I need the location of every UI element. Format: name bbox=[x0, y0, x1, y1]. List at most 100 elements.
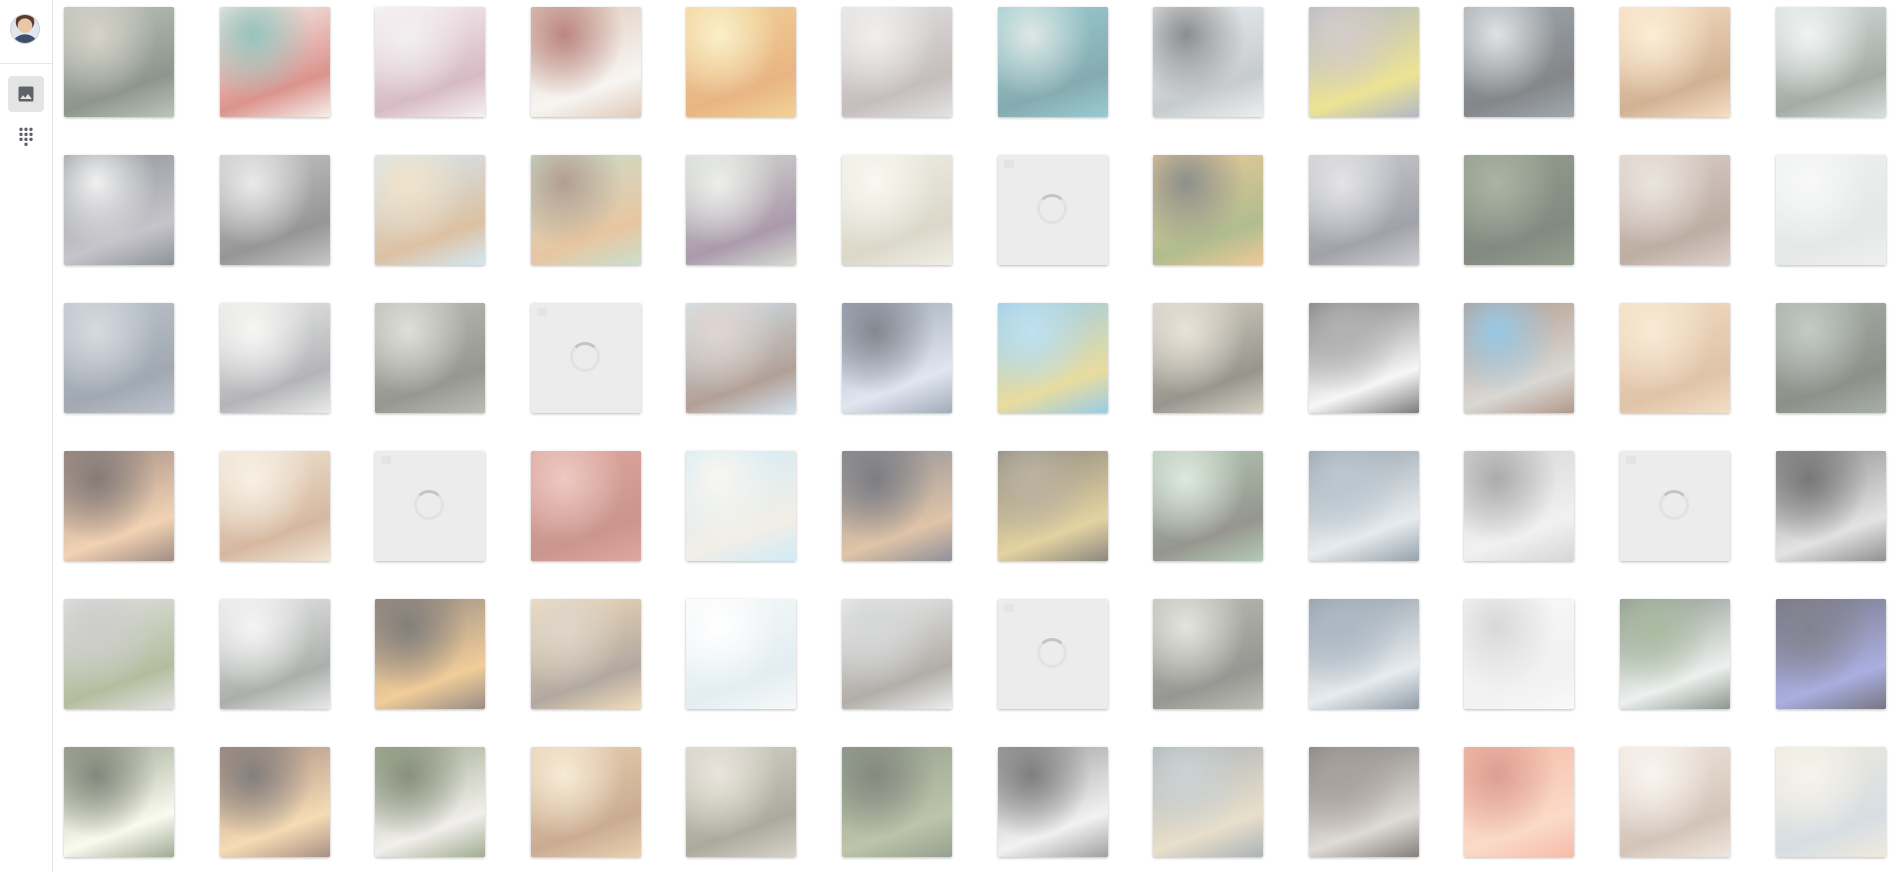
photo-tile-loading-1[interactable] bbox=[998, 155, 1108, 265]
photo-tile-forest-path[interactable] bbox=[1776, 303, 1886, 413]
photo-thumbnail bbox=[1153, 451, 1263, 561]
photo-tile-stone-breakwater[interactable] bbox=[842, 599, 952, 709]
photo-tile-seagull-sky[interactable] bbox=[1776, 155, 1886, 265]
photo-tile-rocky-coast[interactable] bbox=[1153, 747, 1263, 857]
photo-tile-calm-sea-fog[interactable] bbox=[64, 303, 174, 413]
photo-thumbnail bbox=[1309, 155, 1419, 265]
thumbnail-fade-overlay bbox=[1464, 155, 1574, 265]
photo-tile-beige-horizon[interactable] bbox=[1620, 303, 1730, 413]
photo-tile-foggy-purple-tree[interactable] bbox=[686, 155, 796, 265]
photo-tile-seagull-white[interactable] bbox=[686, 599, 796, 709]
photo-tile-highland-cow[interactable] bbox=[220, 451, 330, 561]
thumbnail-fade-overlay bbox=[842, 747, 952, 857]
photo-tile-pine-cones[interactable] bbox=[220, 155, 330, 265]
photo-tile-green-lake-pier[interactable] bbox=[1153, 451, 1263, 561]
photo-tile-light-shaft-building[interactable] bbox=[64, 747, 174, 857]
thumbnail-fade-overlay bbox=[686, 7, 796, 117]
photo-tile-lit-market-street[interactable] bbox=[64, 451, 174, 561]
photo-tile-teal-vintage-car[interactable] bbox=[998, 7, 1108, 117]
photo-tile-snowy-mountain[interactable] bbox=[1309, 451, 1419, 561]
photo-tile-girl-sunlight[interactable] bbox=[1620, 7, 1730, 117]
photo-tile-wall-clock[interactable] bbox=[1309, 303, 1419, 413]
photo-tile-desk-colored-markers[interactable] bbox=[220, 7, 330, 117]
photo-tile-tree-lined-path[interactable] bbox=[64, 599, 174, 709]
apps-nav-button[interactable] bbox=[8, 118, 44, 154]
photo-thumbnail bbox=[1309, 7, 1419, 117]
photo-tile-loading-2[interactable] bbox=[531, 303, 641, 413]
photo-tile-coffee-mug[interactable] bbox=[531, 7, 641, 117]
photo-tile-dirt-road-forest[interactable] bbox=[686, 747, 796, 857]
thumbnail-fade-overlay bbox=[1464, 599, 1574, 709]
photo-tile-pier-sunset[interactable] bbox=[531, 599, 641, 709]
photo-tile-window-sunset[interactable] bbox=[375, 599, 485, 709]
photo-tile-dark-desk-laptop[interactable] bbox=[1464, 7, 1574, 117]
loading-spinner-icon bbox=[1659, 490, 1689, 520]
thumbnail-fade-overlay bbox=[1153, 451, 1263, 561]
photo-tile-loading-3[interactable] bbox=[375, 451, 485, 561]
photo-tile-smoke-dark[interactable] bbox=[1776, 599, 1886, 709]
photo-tile-railway-tracks[interactable] bbox=[686, 303, 796, 413]
photo-thumbnail bbox=[686, 303, 796, 413]
photo-tile-hazy-beach[interactable] bbox=[842, 155, 952, 265]
photo-thumbnail bbox=[375, 747, 485, 857]
photo-tile-cliff-edge[interactable] bbox=[531, 747, 641, 857]
photo-tile-pink-blossom-branches[interactable] bbox=[375, 7, 485, 117]
thumbnail-fade-overlay bbox=[1309, 303, 1419, 413]
photo-tile-water-droplets[interactable] bbox=[1309, 155, 1419, 265]
photo-tile-colorful-crates[interactable] bbox=[531, 155, 641, 265]
photo-tile-loading-5[interactable] bbox=[998, 599, 1108, 709]
photo-thumbnail bbox=[1620, 303, 1730, 413]
photo-tile-green-hill-fence[interactable] bbox=[1464, 155, 1574, 265]
photo-tile-sandy-beach[interactable] bbox=[686, 451, 796, 561]
photo-tile-phone-bokeh[interactable] bbox=[842, 303, 952, 413]
photo-tile-motion-train[interactable] bbox=[998, 747, 1108, 857]
photo-tile-golden-prairie[interactable] bbox=[998, 303, 1108, 413]
photo-tile-loading-4[interactable] bbox=[1620, 451, 1730, 561]
photo-tile-misty-trees-road[interactable] bbox=[1776, 7, 1886, 117]
photo-thumbnail bbox=[375, 599, 485, 709]
photo-thumbnail bbox=[1464, 451, 1574, 561]
avatar[interactable] bbox=[11, 15, 39, 43]
thumbnail-fade-overlay bbox=[64, 747, 174, 857]
photo-tile-mossy-rocks[interactable] bbox=[842, 747, 952, 857]
photo-tile-brick-wall[interactable] bbox=[531, 451, 641, 561]
photo-tile-bird-on-rope[interactable] bbox=[1153, 7, 1263, 117]
photo-tile-teapot[interactable] bbox=[998, 451, 1108, 561]
loading-spinner-icon bbox=[414, 490, 444, 520]
photo-tile-tea-cup-steam[interactable] bbox=[1620, 747, 1730, 857]
photo-tile-golden-sunburst[interactable] bbox=[686, 7, 796, 117]
photo-tile-night-train-tracks[interactable] bbox=[842, 451, 952, 561]
photo-tile-sunset-trees[interactable] bbox=[1153, 155, 1263, 265]
photo-tile-field-tractor[interactable] bbox=[375, 155, 485, 265]
photo-tile-laptop-notebook[interactable] bbox=[1464, 303, 1574, 413]
photo-tile-old-machine[interactable] bbox=[1309, 747, 1419, 857]
photos-nav-button[interactable] bbox=[8, 76, 44, 112]
photo-tile-yellow-flower-rock[interactable] bbox=[1309, 7, 1419, 117]
photo-tile-grapes[interactable] bbox=[64, 155, 174, 265]
photo-tile-vintage-camera[interactable] bbox=[1776, 451, 1886, 561]
thumbnail-fade-overlay bbox=[64, 303, 174, 413]
photo-tile-balcony-plant[interactable] bbox=[1620, 599, 1730, 709]
thumbnail-fade-overlay bbox=[842, 599, 952, 709]
photo-thumbnail bbox=[1309, 747, 1419, 857]
photo-thumbnail bbox=[842, 155, 952, 265]
photo-tile-pink-flowers[interactable] bbox=[1464, 747, 1574, 857]
photo-tile-laptop-minimal[interactable] bbox=[1776, 747, 1886, 857]
photo-tile-ocean-waves[interactable] bbox=[1309, 599, 1419, 709]
photo-tile-waterfall-rocks[interactable] bbox=[64, 7, 174, 117]
left-nav-rail bbox=[0, 0, 53, 872]
photo-tile-girl-white-dress[interactable] bbox=[375, 747, 485, 857]
photo-thumbnail bbox=[1620, 599, 1730, 709]
photo-tile-misty-hills-trees[interactable] bbox=[1153, 303, 1263, 413]
photo-tile-white-stairs[interactable] bbox=[1464, 451, 1574, 561]
photo-tile-snowy-pines[interactable] bbox=[220, 599, 330, 709]
photo-tile-cat-nose[interactable] bbox=[842, 7, 952, 117]
photo-tile-guitar-headstock[interactable] bbox=[375, 303, 485, 413]
photo-tile-dry-grass-lake[interactable] bbox=[1620, 155, 1730, 265]
photo-tile-ornate-building[interactable] bbox=[1153, 599, 1263, 709]
photo-tile-city-street-sunset[interactable] bbox=[220, 747, 330, 857]
thumbnail-fade-overlay bbox=[1620, 7, 1730, 117]
photo-tile-bare-tree[interactable] bbox=[220, 303, 330, 413]
photo-tile-minimal-field[interactable] bbox=[1464, 599, 1574, 709]
photo-thumbnail bbox=[686, 747, 796, 857]
